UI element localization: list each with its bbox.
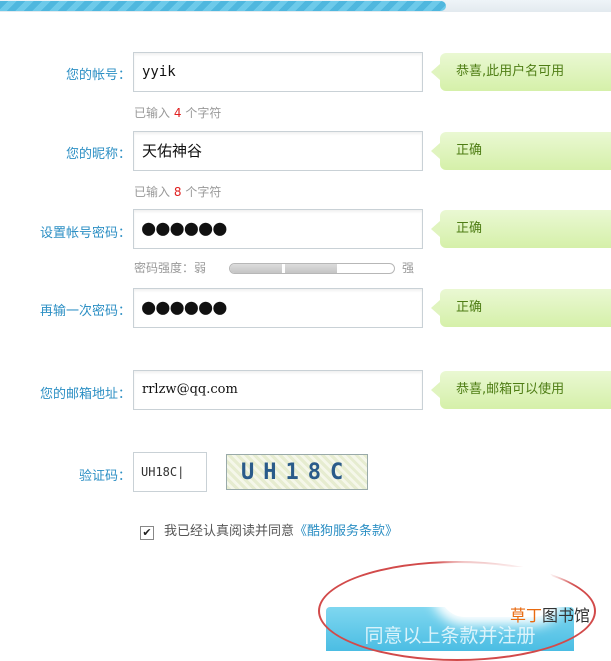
- captcha-label: 验证码：: [78, 469, 131, 484]
- hint-prefix: 已输入: [134, 106, 171, 120]
- account-input[interactable]: yyik: [133, 52, 423, 92]
- terms-link[interactable]: 《酷狗服务条款》: [294, 524, 398, 539]
- hint-suffix: 个字符: [185, 106, 222, 120]
- progress-bar: [0, 0, 611, 12]
- password-label: 设置帐号密码：: [39, 226, 131, 241]
- watermark-rest: 图书馆: [542, 606, 591, 625]
- captcha-image[interactable]: UH18C: [226, 454, 368, 490]
- strength-segment: [285, 264, 337, 273]
- strength-meter: [229, 263, 395, 274]
- nickname-input[interactable]: 天佑神谷: [133, 131, 423, 171]
- strength-high-label: 强: [402, 261, 415, 275]
- confirm-password-label: 再输一次密码：: [39, 304, 131, 319]
- hint-count: 4: [173, 106, 182, 120]
- strength-segment: [230, 264, 282, 273]
- password-tip: 正确: [431, 210, 611, 248]
- progress-fill: [0, 1, 446, 11]
- confirm-password-tip: 正确: [431, 289, 611, 327]
- confirm-password-input[interactable]: ●●●●●●: [133, 288, 423, 328]
- nickname-tip: 正确: [431, 132, 611, 170]
- agreement-checkbox[interactable]: ✔: [140, 526, 154, 540]
- hint-suffix: 个字符: [185, 185, 222, 199]
- watermark-highlight: 草丁: [510, 606, 543, 625]
- nickname-label: 您的昵称：: [65, 147, 131, 162]
- password-input[interactable]: ●●●●●●: [133, 209, 423, 249]
- hint-count: 8: [173, 185, 182, 199]
- nickname-char-count: 已输入 8 个字符: [134, 183, 221, 200]
- account-label: 您的帐号：: [65, 68, 131, 83]
- captcha-input[interactable]: UH18C|: [133, 452, 207, 492]
- account-tip: 恭喜,此用户名可用: [431, 53, 611, 91]
- watermark: 草丁图书馆: [510, 602, 590, 626]
- account-char-count: 已输入 4 个字符: [134, 104, 221, 121]
- hint-prefix: 已输入: [134, 185, 171, 199]
- agreement-text: 我已经认真阅读并同意: [164, 524, 295, 539]
- email-input[interactable]: rrlzw@qq.com: [133, 370, 423, 410]
- strength-label: 密码强度：弱: [134, 261, 207, 275]
- email-label: 您的邮箱地址：: [39, 387, 131, 402]
- email-tip: 恭喜,邮箱可以使用: [431, 371, 611, 409]
- captcha-image-text: UH18C: [241, 460, 353, 485]
- agreement-row: ✔ 我已经认真阅读并同意《酷狗服务条款》: [140, 520, 398, 540]
- strength-track: [229, 263, 395, 274]
